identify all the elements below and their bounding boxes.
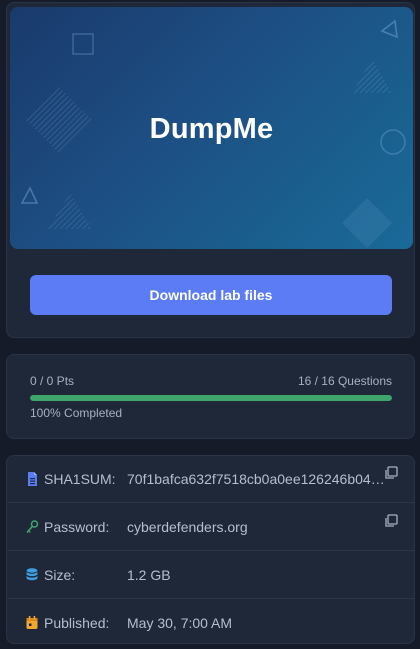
lab-hero-card: DumpMe Download lab files xyxy=(6,2,415,338)
info-row-published: Published: May 30, 7:00 AM xyxy=(7,600,414,647)
copy-icon[interactable] xyxy=(384,466,398,480)
lab-title: DumpMe xyxy=(149,113,274,145)
info-label: Password: xyxy=(44,519,110,535)
published-value: May 30, 7:00 AM xyxy=(127,615,233,631)
progress-card: 0 / 0 Pts 16 / 16 Questions 100% Complet… xyxy=(6,354,415,439)
key-icon xyxy=(26,520,39,534)
progress-bar xyxy=(30,395,392,401)
questions-count: 16 / 16 Questions xyxy=(297,374,392,388)
info-label: SHA1SUM: xyxy=(44,471,116,487)
calendar-icon xyxy=(26,616,38,629)
size-value: 1.2 GB xyxy=(127,567,171,583)
password-value: cyberdefenders.org xyxy=(127,519,248,535)
info-row-size: Size: 1.2 GB xyxy=(7,552,414,599)
lab-info-card: SHA1SUM: 70f1bafca632f7518cb0a0ee126246b… xyxy=(6,455,415,644)
progress-bar-fill xyxy=(30,395,392,401)
file-icon xyxy=(28,472,37,486)
database-icon xyxy=(26,568,38,581)
completion-text: 100% Completed xyxy=(30,406,123,420)
lab-banner: DumpMe xyxy=(10,7,413,249)
info-label: Size: xyxy=(44,567,76,583)
sha1sum-value: 70f1bafca632f7518cb0a0ee126246b040b2d xyxy=(127,471,385,487)
copy-icon[interactable] xyxy=(384,514,398,528)
points-text: 0 / 0 Pts xyxy=(30,374,75,388)
info-label: Published: xyxy=(44,615,110,631)
info-row-password: Password: cyberdefenders.org xyxy=(7,504,414,551)
download-lab-files-button[interactable]: Download lab files xyxy=(30,275,392,315)
info-row-sha1sum: SHA1SUM: 70f1bafca632f7518cb0a0ee126246b… xyxy=(7,456,414,503)
